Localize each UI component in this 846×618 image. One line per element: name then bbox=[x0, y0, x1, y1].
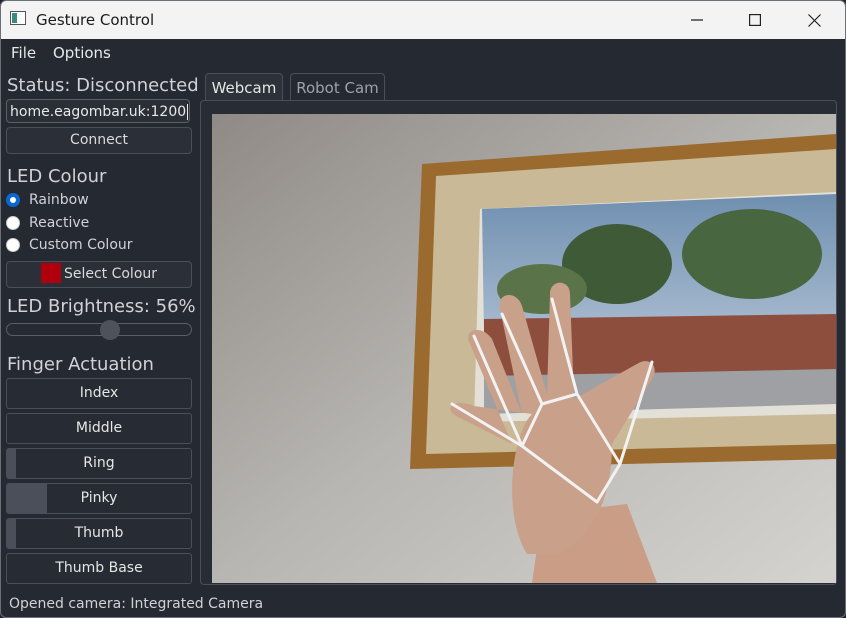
window-title: Gesture Control bbox=[36, 11, 155, 29]
menu-file[interactable]: File bbox=[11, 44, 36, 62]
radio-indicator-selected bbox=[6, 193, 20, 207]
finger-thumb-base-button[interactable]: Thumb Base bbox=[6, 553, 192, 584]
brightness-slider[interactable] bbox=[6, 323, 192, 336]
radio-indicator bbox=[6, 216, 20, 230]
radio-indicator bbox=[6, 238, 20, 252]
webcam-feed bbox=[212, 114, 836, 583]
colour-swatch bbox=[40, 263, 61, 283]
led-brightness-label: LED Brightness: 56% bbox=[7, 296, 196, 317]
finger-middle-label: Middle bbox=[75, 420, 123, 436]
brightness-slider-handle[interactable] bbox=[100, 320, 120, 340]
finger-thumb-base-label: Thumb Base bbox=[55, 560, 143, 576]
minimize-icon bbox=[691, 19, 703, 21]
finger-ring-label: Ring bbox=[83, 455, 115, 471]
server-address-value: home.eagombar.uk:1200 bbox=[10, 104, 187, 120]
close-icon bbox=[807, 13, 821, 27]
radio-reactive[interactable]: Reactive bbox=[6, 213, 89, 233]
finger-actuation-heading: Finger Actuation bbox=[7, 354, 154, 375]
finger-ring-button[interactable]: Ring bbox=[6, 448, 192, 479]
main-window: Gesture Control File Options Status: Dis… bbox=[0, 0, 846, 618]
select-colour-button[interactable]: Select Colour bbox=[6, 261, 192, 288]
finger-thumb-label: Thumb bbox=[74, 525, 124, 541]
radio-rainbow[interactable]: Rainbow bbox=[6, 190, 89, 210]
close-button[interactable] bbox=[785, 1, 843, 39]
maximize-icon bbox=[749, 14, 761, 26]
app-icon bbox=[10, 11, 26, 25]
maximize-button[interactable] bbox=[726, 1, 784, 39]
minimize-button[interactable] bbox=[668, 1, 726, 39]
connection-status: Status: Disconnected bbox=[7, 75, 199, 96]
finger-pinky-button[interactable]: Pinky bbox=[6, 483, 192, 514]
text-caret bbox=[187, 104, 189, 120]
finger-thumb-button[interactable]: Thumb bbox=[6, 518, 192, 549]
finger-index-label: Index bbox=[79, 385, 119, 401]
select-colour-label: Select Colour bbox=[63, 266, 158, 282]
finger-middle-button[interactable]: Middle bbox=[6, 413, 192, 444]
menu-options[interactable]: Options bbox=[53, 44, 111, 62]
connect-button[interactable]: Connect bbox=[6, 127, 192, 154]
radio-custom-colour[interactable]: Custom Colour bbox=[6, 235, 133, 255]
status-bar-message: Opened camera: Integrated Camera bbox=[9, 596, 264, 612]
finger-pinky-label: Pinky bbox=[80, 490, 118, 506]
led-colour-heading: LED Colour bbox=[7, 166, 107, 187]
radio-custom-colour-label: Custom Colour bbox=[29, 237, 133, 253]
tab-webcam[interactable]: Webcam bbox=[205, 73, 283, 101]
radio-rainbow-label: Rainbow bbox=[29, 192, 89, 208]
server-address-input[interactable]: home.eagombar.uk:1200 bbox=[6, 99, 190, 123]
tab-robot-cam[interactable]: Robot Cam bbox=[290, 73, 385, 101]
title-bar: Gesture Control bbox=[1, 1, 845, 39]
finger-index-button[interactable]: Index bbox=[6, 378, 192, 409]
menu-bar: File Options bbox=[1, 39, 845, 67]
radio-reactive-label: Reactive bbox=[29, 215, 90, 231]
